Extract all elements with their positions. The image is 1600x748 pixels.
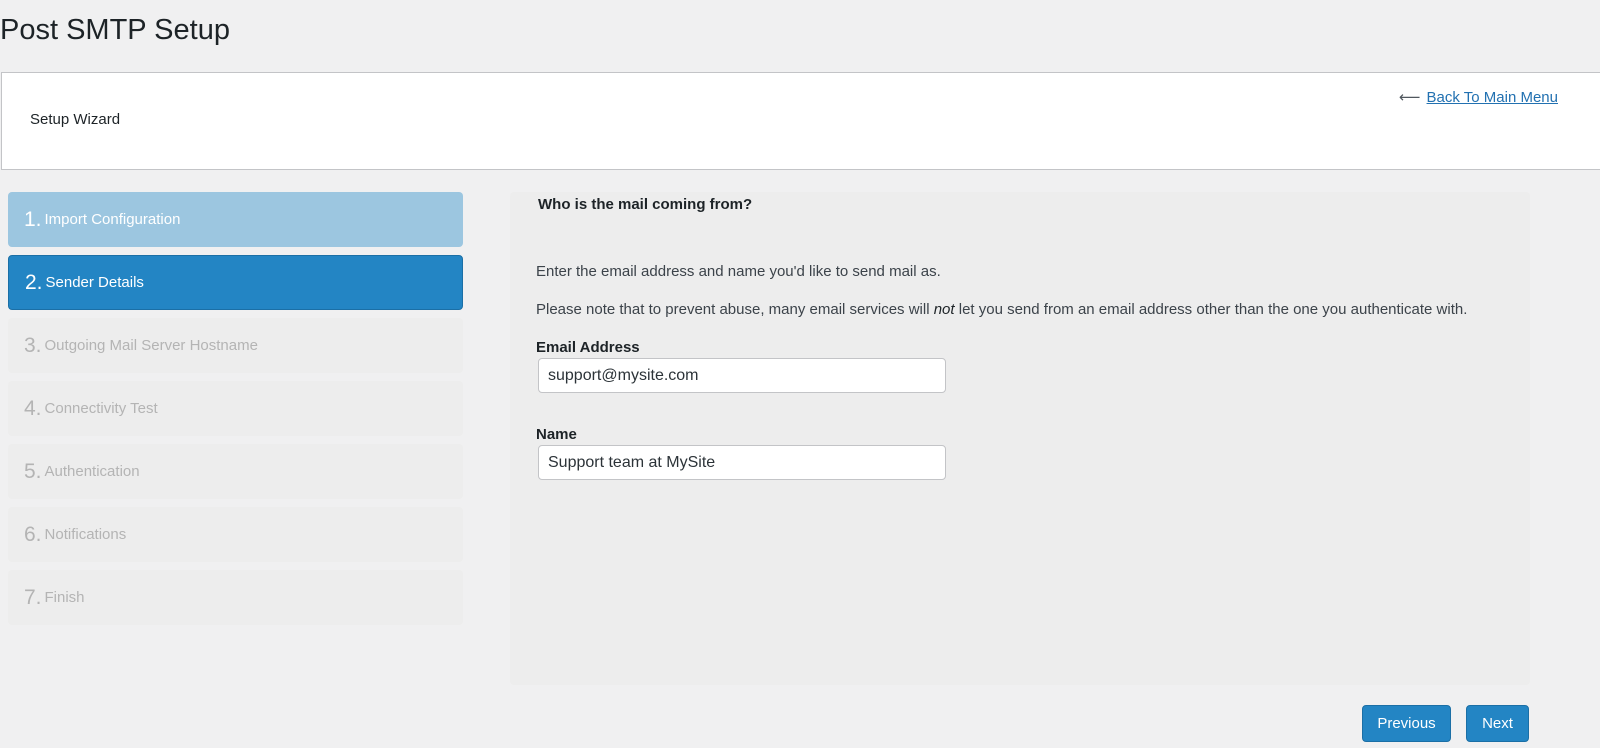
- next-button[interactable]: Next: [1466, 705, 1529, 742]
- wizard-steps: 1. Import Configuration 2. Sender Detail…: [8, 192, 463, 633]
- step-label: Outgoing Mail Server Hostname: [44, 337, 258, 354]
- step-label: Finish: [44, 589, 85, 606]
- email-address-label: Email Address: [536, 339, 640, 356]
- step-finish[interactable]: 7. Finish: [8, 570, 463, 625]
- name-label: Name: [536, 426, 577, 443]
- step-label: Import Configuration: [44, 211, 181, 228]
- abuse-note-emphasis: not: [933, 301, 955, 318]
- step-notifications[interactable]: 6. Notifications: [8, 507, 463, 562]
- step-number: 6.: [24, 522, 42, 546]
- email-address-input[interactable]: [538, 358, 946, 393]
- section-heading: Who is the mail coming from?: [538, 196, 753, 213]
- page-title: Post SMTP Setup: [0, 14, 230, 46]
- arrow-left-icon: ⟵: [1399, 89, 1421, 106]
- wizard-header: Setup Wizard ⟵ Back To Main Menu: [1, 72, 1600, 170]
- abuse-note-text: Please note that to prevent abuse, many …: [536, 301, 1467, 318]
- back-to-main-menu-link[interactable]: ⟵ Back To Main Menu: [1399, 88, 1558, 107]
- step-outgoing-mail-server-hostname[interactable]: 3. Outgoing Mail Server Hostname: [8, 318, 463, 373]
- previous-button[interactable]: Previous: [1362, 705, 1451, 742]
- step-sender-details[interactable]: 2. Sender Details: [8, 255, 463, 310]
- step-label: Authentication: [44, 463, 140, 480]
- step-number: 7.: [24, 585, 42, 609]
- abuse-note-end: let you send from an email address other…: [954, 301, 1468, 318]
- step-number: 2.: [25, 270, 43, 294]
- step-number: 3.: [24, 333, 42, 357]
- step-number: 5.: [24, 459, 42, 483]
- name-input[interactable]: [538, 445, 946, 480]
- back-link-label: Back To Main Menu: [1426, 88, 1558, 106]
- step-label: Connectivity Test: [44, 400, 158, 417]
- step-authentication[interactable]: 5. Authentication: [8, 444, 463, 499]
- step-connectivity-test[interactable]: 4. Connectivity Test: [8, 381, 463, 436]
- abuse-note-start: Please note that to prevent abuse, many …: [536, 301, 934, 318]
- step-label: Sender Details: [45, 274, 144, 291]
- wizard-label: Setup Wizard: [30, 111, 121, 128]
- step-number: 1.: [24, 207, 42, 231]
- description-text: Enter the email address and name you'd l…: [536, 263, 941, 280]
- step-number: 4.: [24, 396, 42, 420]
- sender-details-panel: Who is the mail coming from? Enter the e…: [510, 192, 1530, 685]
- step-label: Notifications: [44, 526, 127, 543]
- step-import-configuration[interactable]: 1. Import Configuration: [8, 192, 463, 247]
